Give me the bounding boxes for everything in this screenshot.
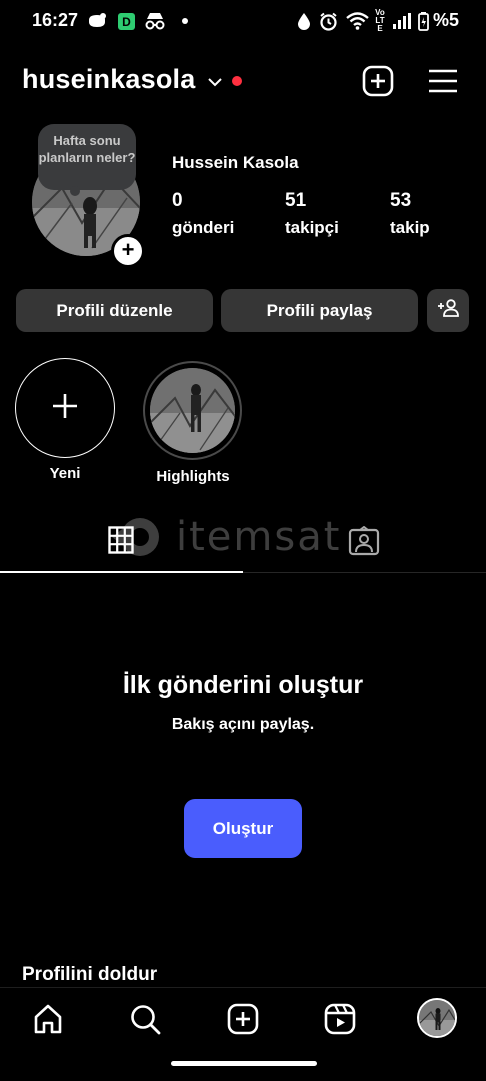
following-label[interactable]: takip: [390, 218, 430, 238]
create-post-icon[interactable]: [362, 65, 394, 102]
complete-profile-title: Profilini doldur: [22, 964, 158, 985]
volte-label: Vo LTE: [375, 8, 385, 33]
new-highlight-label: Yeni: [49, 465, 81, 482]
profile-note-bubble[interactable]: Hafta sonu planların neler?: [38, 124, 136, 190]
share-profile-button[interactable]: Profili paylaş: [221, 289, 418, 332]
search-icon[interactable]: [128, 1002, 162, 1036]
notification-dot: [232, 76, 242, 86]
chevron-down-icon[interactable]: [208, 74, 222, 92]
notification-icon: [86, 12, 108, 30]
note-bubble-tail: [70, 186, 80, 196]
watermark-text: itemsat: [176, 514, 342, 560]
highlight-cover[interactable]: [150, 368, 235, 453]
battery-icon: [416, 11, 430, 31]
active-tab-indicator: [0, 571, 243, 573]
followers-count[interactable]: 51: [285, 190, 306, 212]
dot-icon: [180, 12, 190, 30]
alarm-icon: [318, 12, 338, 31]
home-icon[interactable]: [31, 1002, 65, 1036]
grid-icon[interactable]: [108, 526, 134, 559]
reels-icon[interactable]: [323, 1002, 357, 1036]
battery-percent: %5: [433, 10, 460, 30]
home-indicator: [171, 1061, 317, 1066]
plus-icon: [50, 391, 80, 426]
create-button[interactable]: Oluştur: [184, 799, 302, 858]
empty-state-subtitle: Bakış açını paylaş.: [171, 716, 315, 733]
create-icon[interactable]: [226, 1002, 260, 1036]
profile-tab-avatar[interactable]: [417, 998, 457, 1038]
posts-label: gönderi: [172, 218, 235, 237]
svg-text:D: D: [122, 15, 131, 29]
following-count[interactable]: 53: [390, 190, 411, 212]
account-username[interactable]: huseinkasola: [22, 64, 195, 95]
data-saver-icon: [296, 12, 312, 30]
volte-icon: Vo LTE: [372, 8, 388, 33]
profile-full-name: Hussein Kasola: [172, 153, 299, 172]
add-person-icon: [437, 299, 459, 322]
wifi-icon: [345, 12, 369, 30]
incognito-icon: [143, 12, 167, 30]
add-story-icon[interactable]: +: [111, 234, 145, 268]
posts-count: 0: [172, 190, 183, 211]
signal-icon: [392, 12, 412, 30]
highlight-label: Highlights: [156, 468, 230, 485]
tab-divider: [243, 572, 486, 573]
tagged-icon[interactable]: [348, 525, 380, 561]
new-highlight-button[interactable]: [15, 358, 115, 458]
edit-profile-button[interactable]: Profili düzenle: [16, 289, 213, 332]
watermark: itemsat: [102, 514, 341, 560]
status-time: 16:27: [32, 10, 79, 30]
empty-state-title: İlk gönderini oluştur: [122, 671, 364, 699]
followers-label[interactable]: takipçi: [285, 218, 339, 238]
menu-icon[interactable]: [428, 68, 458, 99]
discover-people-button[interactable]: [427, 289, 469, 332]
app-d-icon: D: [117, 12, 135, 30]
